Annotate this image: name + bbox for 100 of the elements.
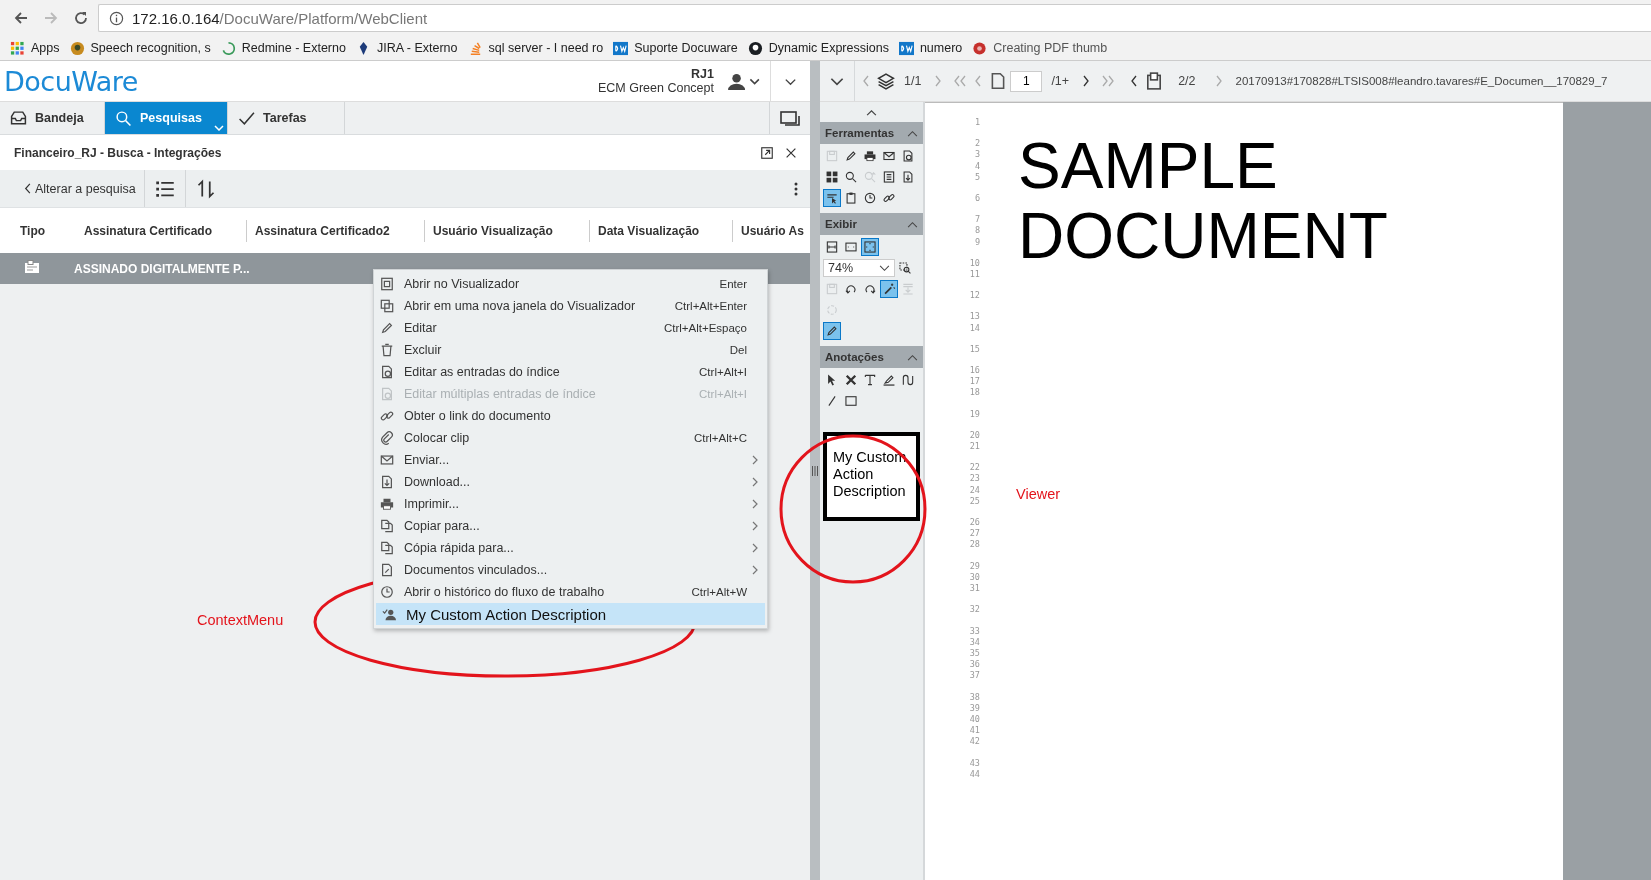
layers-icon[interactable] — [877, 72, 895, 90]
menu-item[interactable]: Copiar para... — [374, 515, 767, 537]
splitter-grip-icon[interactable] — [811, 466, 819, 476]
menu-item[interactable]: Excluir Del — [374, 339, 767, 361]
windows-icon — [380, 299, 394, 313]
menu-item[interactable]: Colocar clip Ctrl+Alt+C — [374, 427, 767, 449]
line-number: 32 — [969, 604, 980, 616]
line-number: 27 — [969, 528, 980, 540]
document-icon — [380, 277, 394, 291]
section-header[interactable]: Ferramentas — [820, 122, 923, 144]
menu-item[interactable]: Download... — [374, 471, 767, 493]
history-icon — [380, 585, 394, 599]
text-select-icon[interactable] — [823, 189, 841, 207]
search-icon — [115, 109, 132, 127]
fit-page-icon[interactable] — [861, 238, 879, 256]
annotation-label: Viewer — [1016, 486, 1061, 502]
chevron-left-icon — [24, 182, 32, 195]
line-number: 37 — [969, 670, 980, 682]
page-input[interactable]: 1 — [1010, 70, 1043, 92]
caret-icon[interactable] — [214, 125, 224, 131]
line-number: 12 — [969, 290, 980, 302]
caret-icon — [879, 264, 890, 272]
bookmark[interactable]: Dynamic Expressions — [747, 40, 889, 56]
line-number: 24 — [969, 484, 980, 496]
column-header[interactable]: Assinatura Certificado — [74, 219, 247, 242]
clip-icon — [380, 431, 394, 445]
column-header[interactable]: Tipo — [0, 219, 74, 242]
user-name: RJ1 — [691, 67, 714, 81]
line-number: 2 — [974, 138, 980, 150]
line-number: 1 — [974, 117, 980, 129]
bookmark[interactable]: Redmine - Externo — [220, 40, 346, 56]
column-header[interactable]: Usuário As — [733, 219, 810, 242]
menu-item[interactable]: Imprimir... — [374, 493, 767, 515]
info-icon — [109, 10, 124, 26]
badge-icon — [69, 40, 85, 56]
line-number: 23 — [969, 473, 980, 485]
address-bar[interactable]: 172.16.0.164/DocuWare/Platform/WebClient — [98, 4, 1651, 32]
menu-item[interactable]: Editar as entradas do índice Ctrl+Alt+I — [374, 361, 767, 383]
line-number: 43 — [969, 757, 980, 769]
pencil-icon[interactable] — [823, 322, 841, 340]
square-logo-icon — [898, 40, 914, 56]
tray-icon — [10, 109, 27, 127]
menu-item[interactable]: My Custom Action Description — [376, 603, 765, 625]
line-number: 25 — [969, 495, 980, 508]
line-number: 19 — [969, 408, 980, 420]
line-number: 29 — [969, 560, 980, 572]
document-filename: 20170913#170828#LTSIS008#leandro.tavares#E_Documen__170829_7 — [1235, 75, 1608, 87]
line-number: 33 — [969, 625, 980, 637]
line-number: 5 — [974, 171, 980, 183]
document-download-icon — [380, 475, 394, 489]
column-header[interactable]: Assinatura Certificado2 — [247, 219, 425, 242]
menu-item[interactable]: Abrir o histórico do fluxo de trabalho Ctrl+Alt+W — [374, 581, 767, 603]
user-icon[interactable] — [728, 72, 760, 90]
zoom-select[interactable]: 74% — [823, 259, 895, 277]
tab[interactable]: Tarefas — [228, 102, 345, 134]
section-title: Ferramentas — [825, 127, 895, 139]
trash-icon — [380, 343, 394, 357]
column-header[interactable]: Usuário Visualização — [425, 219, 590, 242]
line-number: 22 — [969, 462, 980, 474]
bookmark[interactable]: sql server - I need ro — [467, 40, 604, 56]
line-number: 40 — [969, 713, 980, 726]
line-number: 28 — [969, 539, 980, 551]
line-number: 13 — [969, 311, 980, 323]
menu-item[interactable]: Documentos vinculados... — [374, 559, 767, 581]
bookmark[interactable]: Apps — [10, 40, 60, 56]
menu-item[interactable]: Abrir em uma nova janela do Visualizador Ctrl+Alt+Enter — [374, 295, 767, 317]
column-header[interactable]: Data Visualização — [590, 219, 733, 242]
popout-icon[interactable] — [760, 145, 774, 160]
bookmark[interactable]: numero — [898, 40, 963, 56]
bookmark[interactable]: Suporte Docuware — [613, 40, 738, 56]
section-header[interactable]: Anotações — [820, 346, 923, 368]
change-search-button[interactable]: Alterar a pesquisa — [0, 170, 144, 207]
sort-icon[interactable] — [195, 178, 216, 199]
check-icon — [238, 109, 255, 127]
zoom-value: 74% — [828, 261, 854, 275]
line-number: 35 — [969, 647, 980, 660]
line-number: 9 — [974, 236, 980, 248]
menu-item[interactable]: Cópia rápida para... — [374, 537, 767, 559]
bookmark[interactable]: Speech recognition, s — [69, 40, 211, 56]
collapse-icon[interactable] — [907, 353, 918, 361]
collapse-icon[interactable] — [907, 220, 918, 228]
menu-item[interactable]: Editar Ctrl+Alt+Espaço — [374, 317, 767, 339]
pencil-icon — [380, 321, 394, 335]
line-number: 44 — [969, 768, 980, 780]
line-number: 34 — [969, 636, 980, 648]
bookmark[interactable]: JIRA - Externo — [355, 40, 458, 56]
collapse-icon[interactable] — [866, 108, 877, 116]
menu-item[interactable]: Obter o link do documento — [374, 405, 767, 427]
menu-item[interactable]: Enviar... — [374, 449, 767, 471]
table-cell: ASSINADO DIGITALMENTE P... — [74, 261, 250, 276]
collapse-icon[interactable] — [907, 129, 918, 137]
more-icon[interactable] — [794, 180, 798, 197]
section-header[interactable]: Exibir — [820, 213, 923, 235]
line-number: 26 — [969, 517, 980, 529]
bookmark[interactable]: Creating PDF thumb — [972, 40, 1108, 56]
line-number: 39 — [969, 702, 980, 714]
wand-icon[interactable] — [880, 280, 898, 298]
line-number: 3 — [974, 149, 980, 161]
line-number: 14 — [969, 322, 980, 334]
tab[interactable]: Pesquisas — [105, 102, 228, 134]
